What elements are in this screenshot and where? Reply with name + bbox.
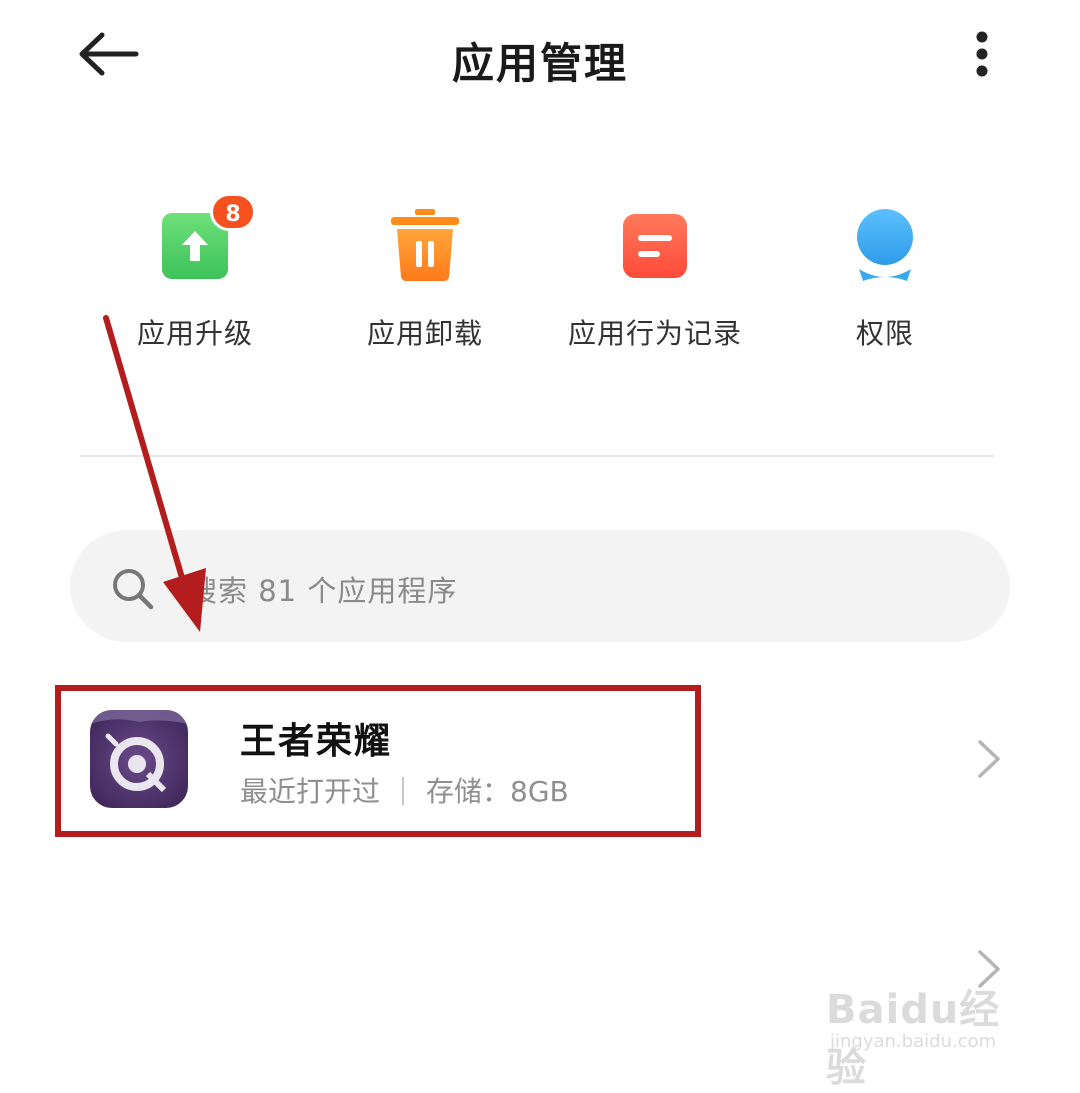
update-count-badge: 8 <box>210 193 256 231</box>
highlight-box <box>55 685 701 837</box>
baidu-watermark: Baidu经验 jingyan.baidu.com <box>826 965 1026 1091</box>
search-input[interactable]: 搜索 81 个应用程序 <box>70 530 1010 642</box>
search-placeholder: 搜索 81 个应用程序 <box>188 574 458 608</box>
more-vertical-icon <box>976 31 988 77</box>
record-icon <box>622 195 688 283</box>
section-divider <box>80 455 994 457</box>
search-icon <box>113 569 154 610</box>
more-options-button[interactable] <box>962 28 1002 84</box>
chevron-right-icon <box>978 740 1000 778</box>
quick-action-label: 应用卸载 <box>366 317 483 350</box>
trash-icon <box>389 195 461 287</box>
quick-action-label: 权限 <box>855 317 914 350</box>
quick-action-label: 应用行为记录 <box>567 317 742 350</box>
app-bar: 应用管理 <box>0 0 1080 110</box>
permission-icon <box>853 195 917 287</box>
page-title: 应用管理 <box>451 39 628 88</box>
watermark-url: jingyan.baidu.com <box>830 1031 997 1052</box>
quick-action-label: 应用升级 <box>136 317 253 350</box>
